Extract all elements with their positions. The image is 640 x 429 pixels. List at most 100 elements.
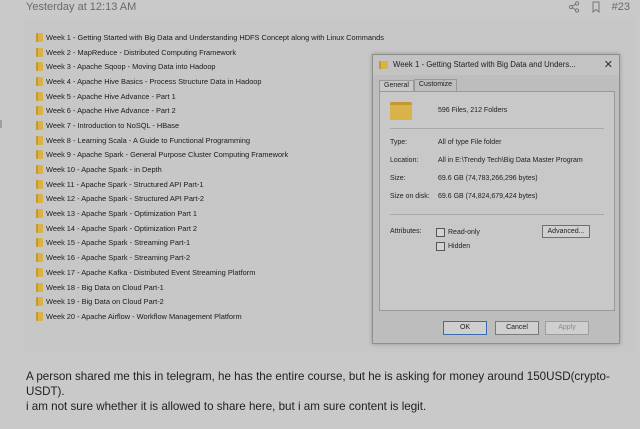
folder-name: Week 15 - Apache Spark - Streaming Part-… [46,238,191,248]
hidden-label: Hidden [448,243,471,250]
location-value: All in E:\Trendy Tech\Big Data Master Pr… [438,157,583,164]
folder-item[interactable]: Week 10 - Apache Spark - in Depth [36,162,384,177]
folder-name: Week 3 - Apache Sqoop - Moving Data into… [46,62,216,72]
file-count: 596 Files, 212 Folders [438,107,508,114]
post-timestamp[interactable]: Yesterday at 12:13 AM [26,1,136,13]
folder-item[interactable]: Week 3 - Apache Sqoop - Moving Data into… [36,59,384,74]
folder-item[interactable]: Week 5 - Apache Hive Advance - Part 1 [36,89,384,104]
folder-name: Week 1 - Getting Started with Big Data a… [46,32,384,42]
folder-name: Week 8 - Learning Scala - A Guide to Fun… [46,135,251,145]
divider [390,214,604,215]
cancel-button[interactable]: Cancel [495,321,539,335]
folder-name: Week 17 - Apache Kafka - Distributed Eve… [46,267,256,277]
folder-name: Week 2 - MapReduce - Distributed Computi… [46,47,237,57]
folder-icon [36,253,43,263]
folder-item[interactable]: Week 20 - Apache Airflow - Workflow Mana… [36,309,384,324]
folder-item[interactable]: Week 9 - Apache Spark - General Purpose … [36,148,384,163]
advanced-button[interactable]: Advanced... [542,225,590,238]
folder-icon [36,76,43,86]
folder-icon [36,91,43,101]
properties-dialog: Week 1 - Getting Started with Big Data a… [372,54,620,344]
folder-icon [36,135,43,145]
folder-name: Week 12 - Apache Spark - Structured API … [46,194,205,204]
folder-item[interactable]: Week 15 - Apache Spark - Streaming Part-… [36,236,384,251]
share-icon[interactable] [568,1,580,13]
type-value: All of type File folder [438,139,502,146]
apply-button[interactable]: Apply [545,321,589,335]
folder-item[interactable]: Week 1 - Getting Started with Big Data a… [36,30,384,45]
attached-screenshot[interactable]: Week 1 - Getting Started with Big Data a… [24,18,636,352]
folder-item[interactable]: Week 16 - Apache Spark - Streaming Part-… [36,250,384,265]
folder-icon [36,209,43,219]
folder-item[interactable]: Week 6 - Apache Hive Advance - Part 2 [36,103,384,118]
folder-item[interactable]: Week 12 - Apache Spark - Structured API … [36,192,384,207]
folder-icon [379,61,388,69]
folder-item[interactable]: Week 13 - Apache Spark - Optimization Pa… [36,206,384,221]
dialog-tabs: General Customize [379,79,457,92]
size-value: 69.6 GB (74,783,266,296 bytes) [438,175,538,182]
type-label: Type: [390,139,408,146]
divider [390,128,604,129]
folder-item[interactable]: Week 7 - Introduction to NoSQL - HBase [36,118,384,133]
folder-icon [36,120,43,130]
folder-icon [36,106,43,116]
attributes-label: Attributes: [390,228,422,235]
folder-item[interactable]: Week 4 - Apache Hive Basics - Process St… [36,74,384,89]
folder-name: Week 4 - Apache Hive Basics - Process St… [46,76,262,86]
folder-icon [36,223,43,233]
size-on-disk-value: 69.6 GB (74,824,679,424 bytes) [438,193,538,200]
tab-customize[interactable]: Customize [413,79,457,91]
edge-marker [0,120,2,128]
folder-name: Week 19 - Big Data on Cloud Part-2 [46,297,164,307]
folder-name: Week 7 - Introduction to NoSQL - HBase [46,120,180,130]
readonly-checkbox[interactable] [436,228,445,237]
message-line: i am not sure whether it is allowed to s… [26,400,427,413]
folder-list: Week 1 - Getting Started with Big Data a… [36,30,384,324]
folder-name: Week 20 - Apache Airflow - Workflow Mana… [46,311,242,321]
folder-item[interactable]: Week 2 - MapReduce - Distributed Computi… [36,45,384,60]
folder-name: Week 9 - Apache Spark - General Purpose … [46,150,289,160]
folder-icon [36,165,43,175]
size-label: Size: [390,175,406,182]
folder-item[interactable]: Week 18 - Big Data on Cloud Part-1 [36,280,384,295]
post-header: Yesterday at 12:13 AM #23 [0,0,640,18]
folder-name: Week 14 - Apache Spark - Optimization Pa… [46,223,198,233]
dialog-title: Week 1 - Getting Started with Big Data a… [393,60,576,69]
folder-icon [36,179,43,189]
folder-item[interactable]: Week 8 - Learning Scala - A Guide to Fun… [36,133,384,148]
readonly-label: Read-only [448,229,480,236]
folder-name: Week 6 - Apache Hive Advance - Part 2 [46,106,176,116]
folder-icon [36,150,43,160]
folder-icon [36,194,43,204]
bookmark-icon[interactable] [590,1,602,13]
size-on-disk-label: Size on disk: [390,193,430,200]
hidden-checkbox[interactable] [436,242,445,251]
folder-item[interactable]: Week 11 - Apache Spark - Structured API … [36,177,384,192]
folder-name: Week 10 - Apache Spark - in Depth [46,165,162,175]
location-label: Location: [390,157,419,164]
folder-item[interactable]: Week 17 - Apache Kafka - Distributed Eve… [36,265,384,280]
folder-name: Week 13 - Apache Spark - Optimization Pa… [46,209,198,219]
post-actions: #23 [568,1,630,13]
folder-icon [36,62,43,72]
folder-icon [36,238,43,248]
folder-icon [36,282,43,292]
post-message: A person shared me this in telegram, he … [26,369,626,414]
folder-icon [36,32,43,42]
folder-icon [390,102,412,120]
message-line: A person shared me this in telegram, he … [26,370,610,383]
folder-name: Week 18 - Big Data on Cloud Part-1 [46,282,164,292]
close-icon[interactable]: ✕ [604,58,613,71]
folder-name: Week 5 - Apache Hive Advance - Part 1 [46,91,176,101]
dialog-titlebar: Week 1 - Getting Started with Big Data a… [373,55,619,75]
folder-icon [36,311,43,321]
folder-item[interactable]: Week 19 - Big Data on Cloud Part-2 [36,294,384,309]
ok-button[interactable]: OK [443,321,487,335]
folder-icon [36,267,43,277]
folder-icon [36,47,43,57]
folder-item[interactable]: Week 14 - Apache Spark - Optimization Pa… [36,221,384,236]
message-line: USDT). [26,385,65,398]
folder-icon [36,297,43,307]
post-number[interactable]: #23 [612,1,630,13]
folder-name: Week 16 - Apache Spark - Streaming Part-… [46,253,191,263]
